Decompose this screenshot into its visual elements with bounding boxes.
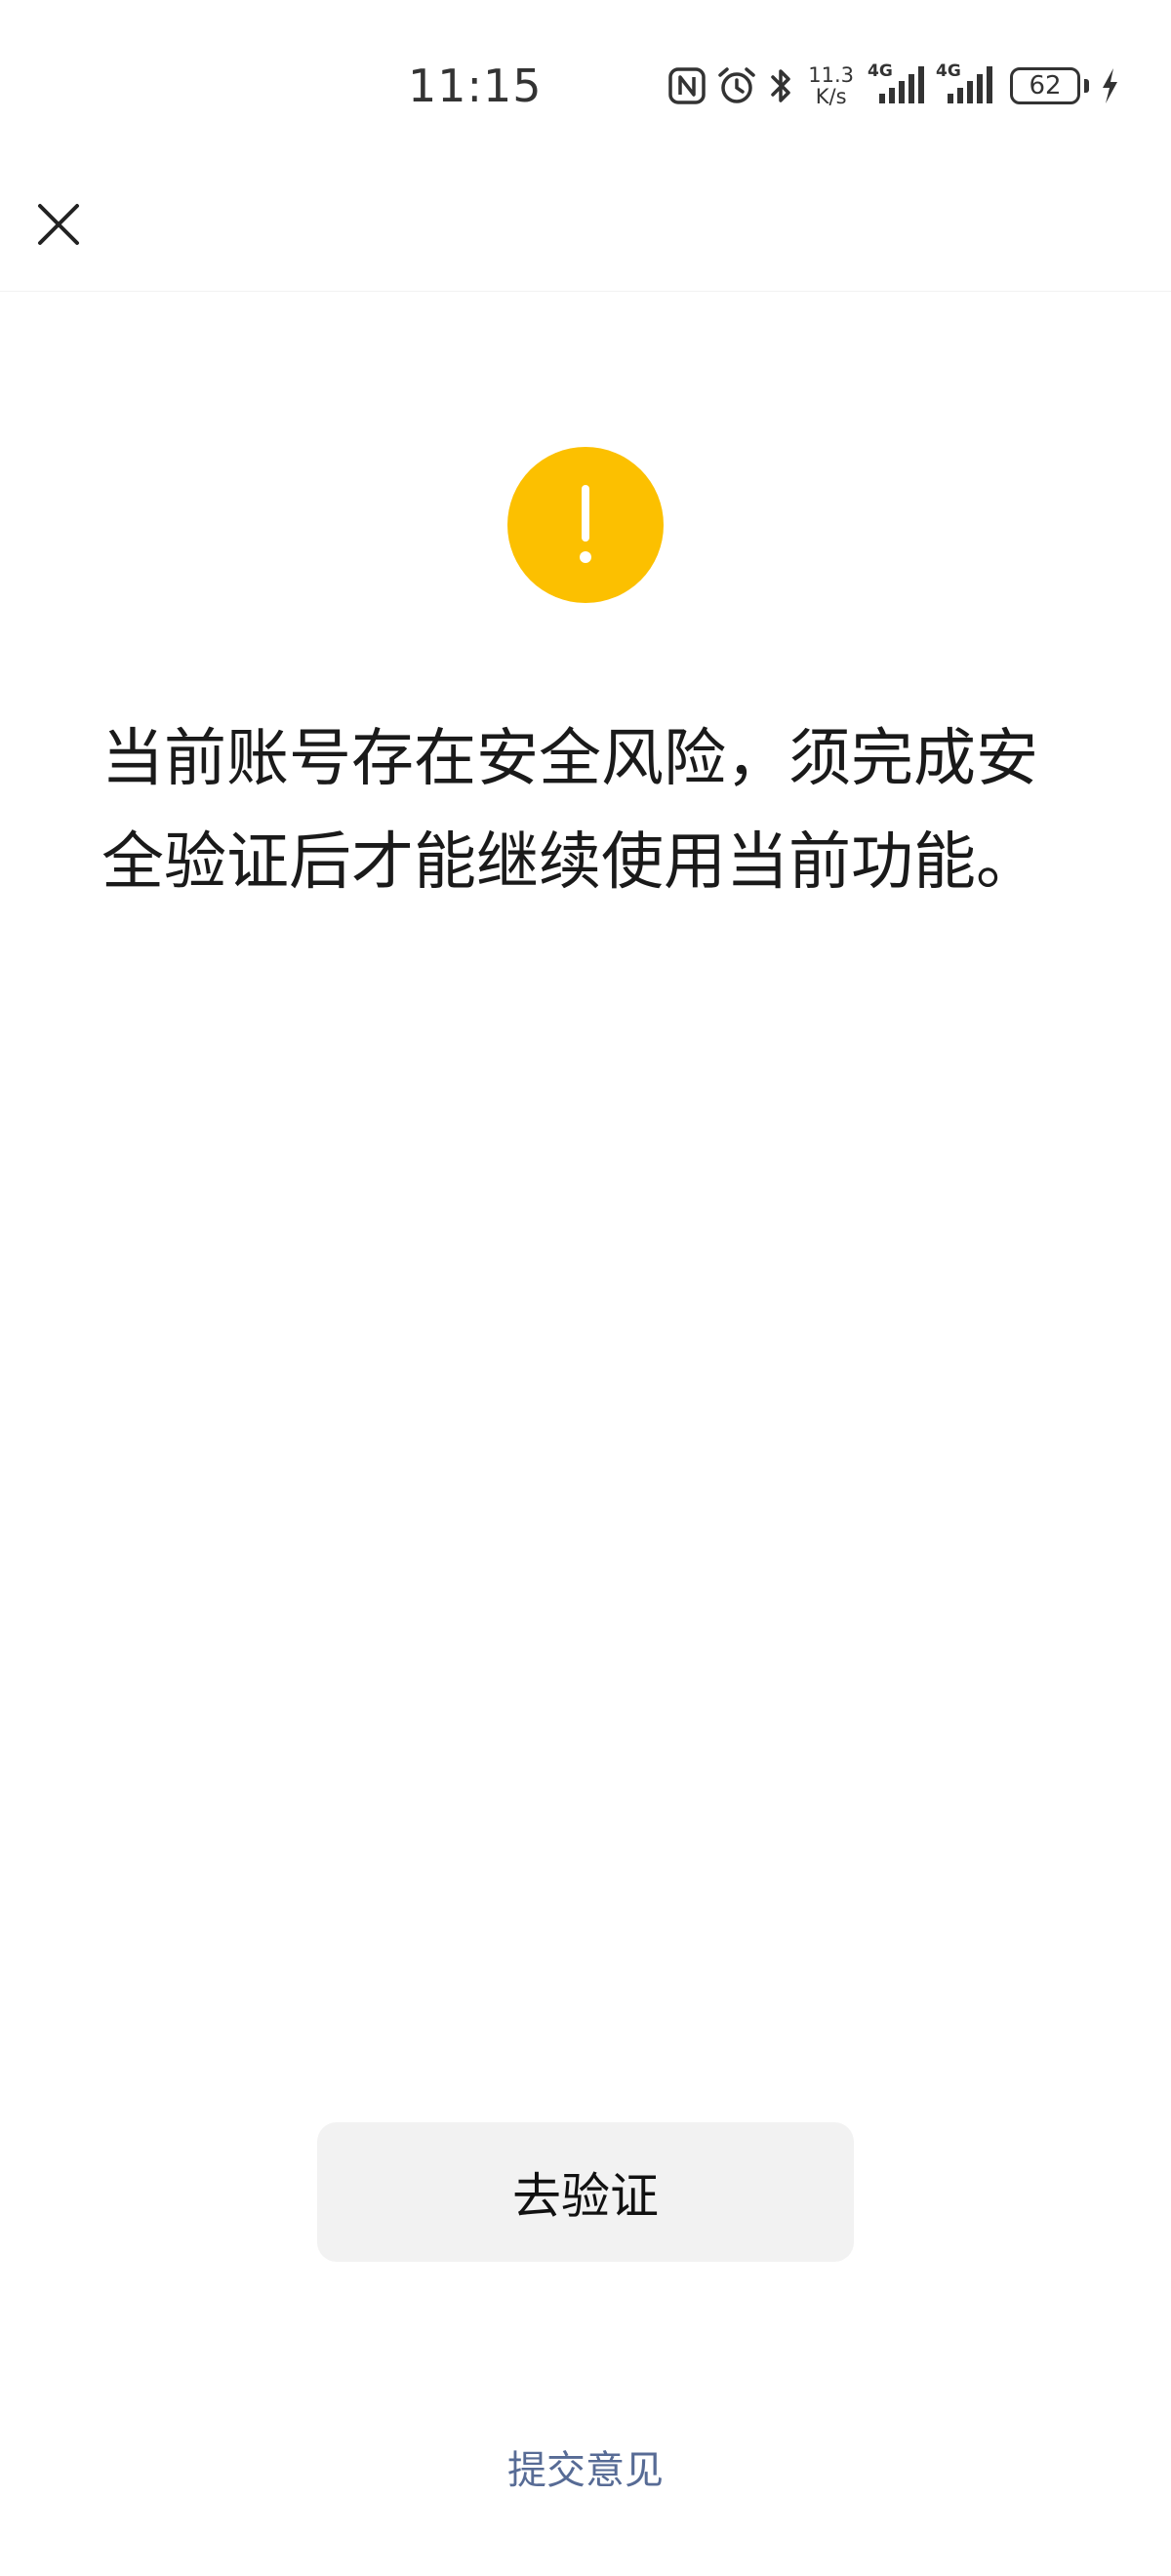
- security-message: 当前账号存在安全风险，须完成安全验证后才能继续使用当前功能。: [101, 723, 1038, 899]
- sim2-signal: 4G: [936, 62, 994, 109]
- net-speed-value: 11.3: [808, 63, 854, 87]
- battery-nub: [1084, 79, 1089, 93]
- sim1-signal: 4G: [868, 62, 926, 109]
- close-button[interactable]: [23, 189, 94, 260]
- battery-level: 62: [1029, 71, 1062, 101]
- net-speed: 11.3 K/s: [808, 64, 854, 107]
- feedback-link[interactable]: 提交意见: [0, 2441, 1171, 2500]
- nfc-icon: [667, 66, 707, 105]
- status-icons: 11.3 K/s 4G 4G 62: [667, 59, 1120, 113]
- top-nav: [0, 146, 1171, 292]
- signal-icon: [948, 66, 992, 103]
- charging-icon: [1099, 66, 1120, 105]
- alarm-icon: [716, 65, 757, 106]
- battery-icon: 62: [1010, 67, 1080, 104]
- status-time: 11:15: [408, 60, 543, 112]
- verify-button[interactable]: 去验证: [317, 2122, 854, 2262]
- warning-icon: [507, 447, 664, 603]
- bluetooth-icon: [767, 66, 794, 105]
- status-bar: 11:15 11.3 K/s 4G 4G 62: [0, 0, 1171, 146]
- signal-icon: [879, 66, 924, 103]
- net-speed-unit: K/s: [815, 85, 847, 108]
- close-icon: [38, 204, 79, 245]
